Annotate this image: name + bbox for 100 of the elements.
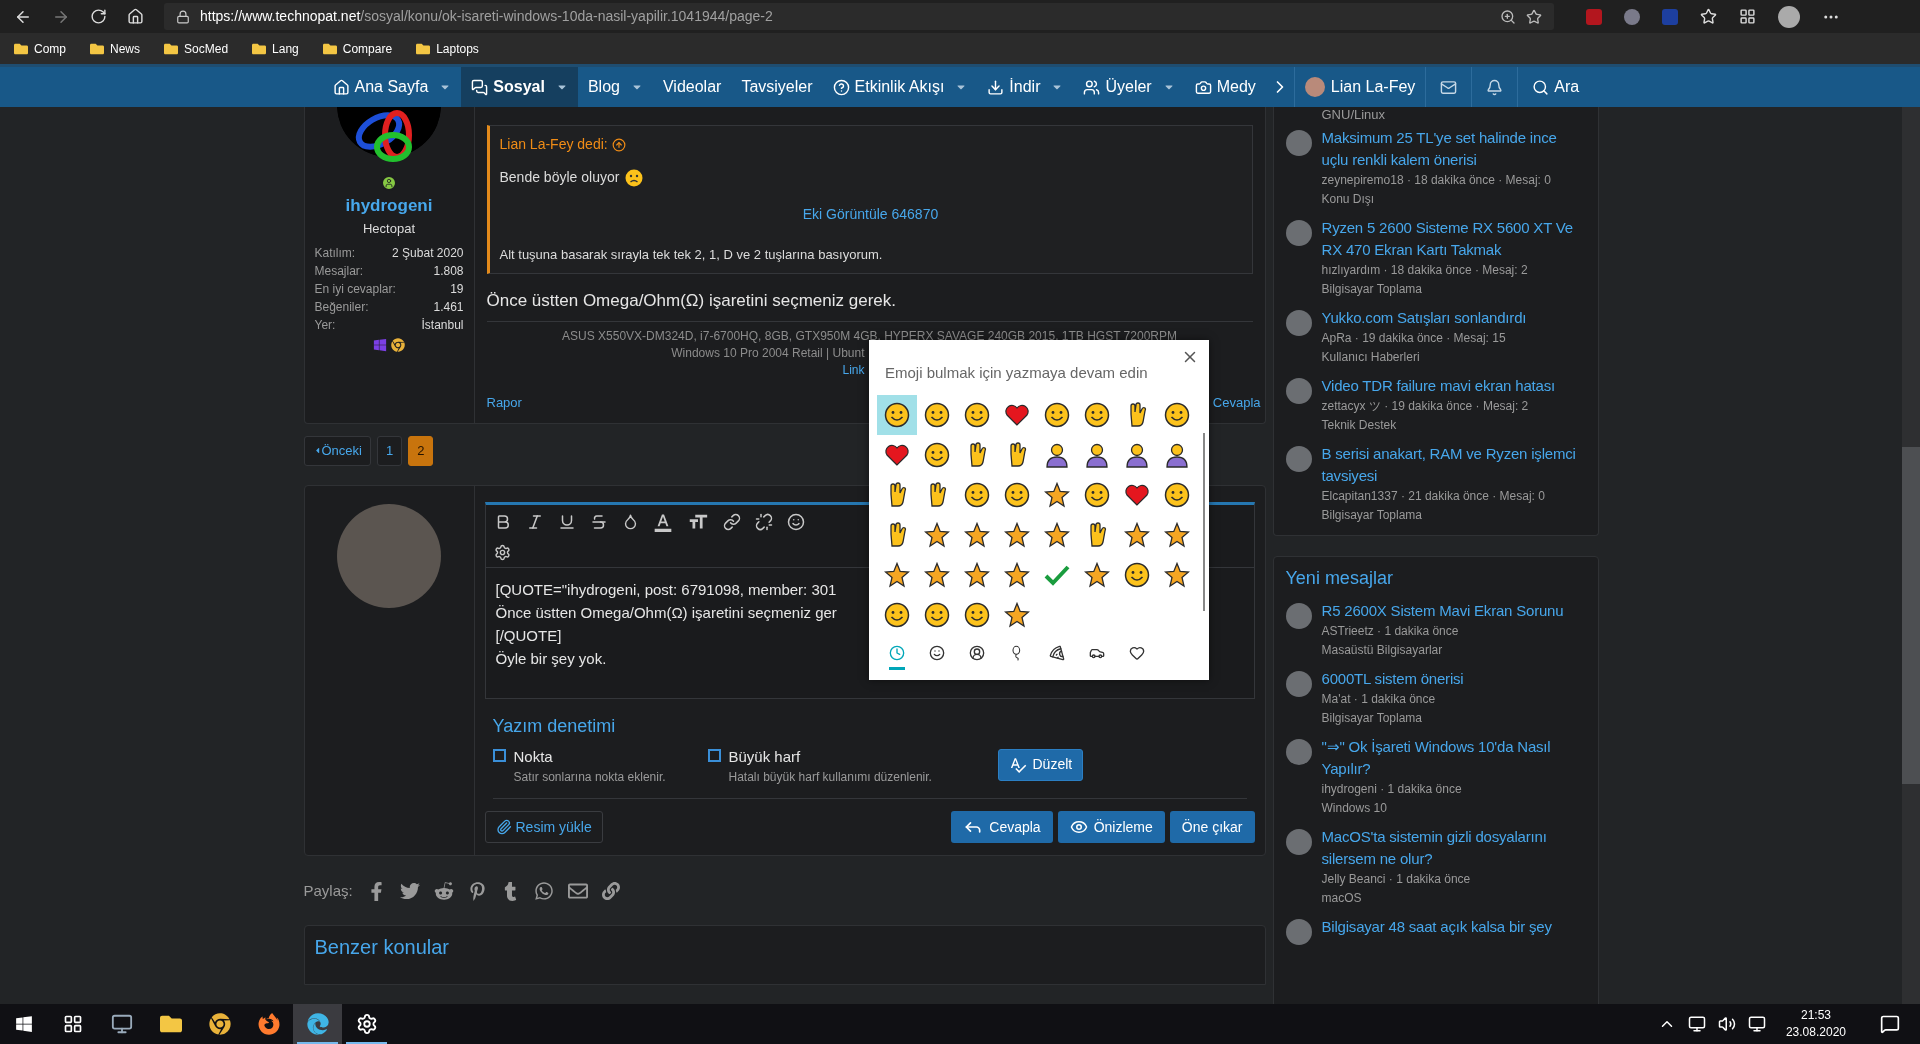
pizza-icon[interactable] <box>1049 645 1065 661</box>
home-icon[interactable] <box>127 8 144 25</box>
underline-icon[interactable] <box>557 512 576 531</box>
message-field[interactable]: [QUOTE="ihydrogeni, post: 6791098, member: 301 Önce üstten Omega/Ohm(Ω) işaretini seçmeniz ger [/QUOTE] Öyle bir şey yok. <box>485 567 1254 698</box>
bell-icon[interactable] <box>1486 78 1504 96</box>
arrow-up-icon[interactable] <box>611 137 626 152</box>
chrome-icon <box>208 1013 231 1035</box>
nav-tab[interactable]: Etkinlik Akışı <box>822 67 978 107</box>
action-button[interactable]: Cevapla <box>951 811 1053 843</box>
search-icon <box>1532 78 1550 96</box>
twitter-icon[interactable] <box>399 881 420 902</box>
action-button[interactable]: Önizleme <box>1057 811 1165 843</box>
zoom-icon[interactable] <box>1500 8 1516 25</box>
reddit-icon[interactable] <box>433 881 454 902</box>
person-icon[interactable] <box>969 645 985 661</box>
clock-icon[interactable] <box>889 645 905 661</box>
action-button[interactable]: Öne çıkar <box>1169 811 1255 843</box>
checkbox[interactable] <box>492 748 506 762</box>
nav-tab[interactable]: Blog <box>577 67 653 107</box>
question-icon <box>832 78 850 96</box>
extension-icon[interactable] <box>1586 8 1602 25</box>
chat-bubbles-icon <box>471 78 489 96</box>
avatar <box>1285 378 1312 404</box>
nav-tab[interactable]: Videolar <box>652 67 732 107</box>
stat-value: 19 <box>450 281 464 298</box>
nav-tab[interactable]: İndir <box>977 67 1074 107</box>
thread-link[interactable]: Bilgisayar 48 saat açık kalsa bir şey <box>1321 916 1552 938</box>
strikethrough-icon[interactable] <box>589 512 608 531</box>
address-bar[interactable]: https://www.technopat.net/sosyal/konu/ok-isareti-windows-10da-nasil-yapilir.1041944/page-2 <box>164 3 1554 30</box>
favorites-icon[interactable] <box>1700 8 1717 25</box>
bookmark-item[interactable]: Compare <box>322 39 393 58</box>
scrollbar-thumb[interactable] <box>1902 447 1920 784</box>
pagination-button[interactable]: 1 <box>376 435 403 466</box>
signature-link[interactable]: Link <box>842 362 865 379</box>
unlink-icon[interactable] <box>754 512 773 531</box>
thread-link[interactable]: Ryzen 5 2600 Sisteme RX 5600 XT Ve RX 470 Ekran Kartı Takmak <box>1321 217 1586 261</box>
star-icon <box>924 561 950 588</box>
clock[interactable]: 21:53 23.08.2020 <box>1777 1007 1854 1041</box>
thread-meta: ApRa · 19 dakika önce · Mesaj: 15 <box>1321 330 1507 347</box>
extension-icon[interactable] <box>1624 8 1640 25</box>
bookmark-item[interactable]: Lang <box>252 39 299 58</box>
thread-link[interactable]: Yukko.com Satışları sonlandırdı <box>1321 307 1527 329</box>
checkbox[interactable] <box>707 748 721 762</box>
smiley-icon <box>924 441 950 468</box>
bookmark-item[interactable]: Comp <box>14 39 66 58</box>
settings-icon[interactable] <box>493 544 511 561</box>
checkbox-label: Büyük harf <box>728 746 802 767</box>
nav-tab[interactable]: Medy <box>1184 67 1266 107</box>
mail-icon[interactable] <box>1440 78 1458 96</box>
notifications-icon[interactable] <box>1880 1014 1900 1034</box>
thread-link[interactable]: Video TDR failure mavi ekran hatası <box>1321 375 1555 397</box>
thread-category: Konu Dışı <box>1321 191 1376 208</box>
thread-link[interactable]: "⇒" Ok İşareti Windows 10'da Nasıl Yapılır? <box>1321 736 1586 780</box>
emoji-search-field[interactable]: Emoji bulmak için yazmaya devam edin <box>885 362 1181 385</box>
nav-tab[interactable]: Tavsiyeler <box>731 67 823 107</box>
smiley-icon <box>1084 481 1110 508</box>
url-host: https://www.technopat.net <box>200 8 361 24</box>
heart-icon[interactable] <box>1129 645 1145 661</box>
emoji-cell[interactable] <box>877 394 917 435</box>
quote-text: Alt tuşuna basarak sırayla tek tek 2, 1, D ve 2 tuşlarına basıyorum. <box>499 246 884 264</box>
pagination-button[interactable]: Önceki <box>303 435 371 466</box>
reply-link[interactable]: Cevapla <box>1212 393 1261 413</box>
thread-meta: zeynepiremo18 · 18 dakika önce · Mesaj: 0 <box>1321 172 1552 189</box>
share-label: Paylaş: <box>303 881 353 901</box>
collections-icon[interactable] <box>1739 8 1756 25</box>
pinterest-icon[interactable] <box>467 881 487 901</box>
bookmark-item[interactable]: Laptops <box>416 39 479 58</box>
heart-icon <box>884 442 910 467</box>
thread-link[interactable]: Maksimum 25 TL'ye set halinde ince uçlu renkli kalem önerisi <box>1321 127 1586 171</box>
whatsapp-icon[interactable] <box>533 881 554 902</box>
smiley-icon[interactable] <box>929 645 945 661</box>
volume-icon[interactable] <box>1717 1015 1736 1033</box>
link-icon[interactable] <box>722 512 741 531</box>
attachment-link[interactable]: Eki Görüntüle 646870 <box>802 204 939 225</box>
fix-button[interactable]: Düzelt <box>997 748 1084 781</box>
thread-category: macOS <box>1321 890 1363 907</box>
profile-avatar[interactable] <box>1778 5 1800 28</box>
nav-tab[interactable]: Ana Sayfa <box>322 67 462 107</box>
report-link[interactable]: Rapor <box>486 393 522 413</box>
reload-icon[interactable] <box>90 8 107 25</box>
thread-link[interactable]: R5 2600X Sistem Mavi Ekran Sorunu <box>1321 600 1564 622</box>
spellcheck-title: Yazım denetimi <box>492 714 617 738</box>
username-link[interactable]: ihydrogeni <box>345 193 433 219</box>
link-icon[interactable] <box>601 882 620 901</box>
pagination-button[interactable]: 2 <box>408 435 434 466</box>
network-icon[interactable] <box>1747 1015 1766 1033</box>
folder-icon <box>322 41 337 56</box>
nav-tab[interactable]: Sosyal <box>461 67 578 107</box>
thread-link[interactable]: 6000TL sistem önerisi <box>1321 668 1464 690</box>
nav-tab[interactable]: Üyeler <box>1073 67 1185 107</box>
folder-icon <box>90 41 104 56</box>
favorite-star-icon[interactable] <box>1526 8 1542 25</box>
thread-meta: ASTrieetz · 1 dakika önce <box>1321 623 1460 640</box>
thread-link[interactable]: MacOS'ta sistemin gizli dosyalarını silersem ne olur? <box>1321 826 1586 870</box>
thread-link[interactable]: B serisi anakart, RAM ve Ryzen işlemci tavsiyesi <box>1321 443 1586 487</box>
bookmark-item[interactable]: News <box>90 39 141 58</box>
upload-button[interactable]: Resim yükle <box>484 811 603 843</box>
bookmark-item[interactable]: SocMed <box>164 39 229 58</box>
monitor-icon[interactable] <box>1687 1015 1706 1033</box>
mail-icon[interactable] <box>567 881 588 902</box>
